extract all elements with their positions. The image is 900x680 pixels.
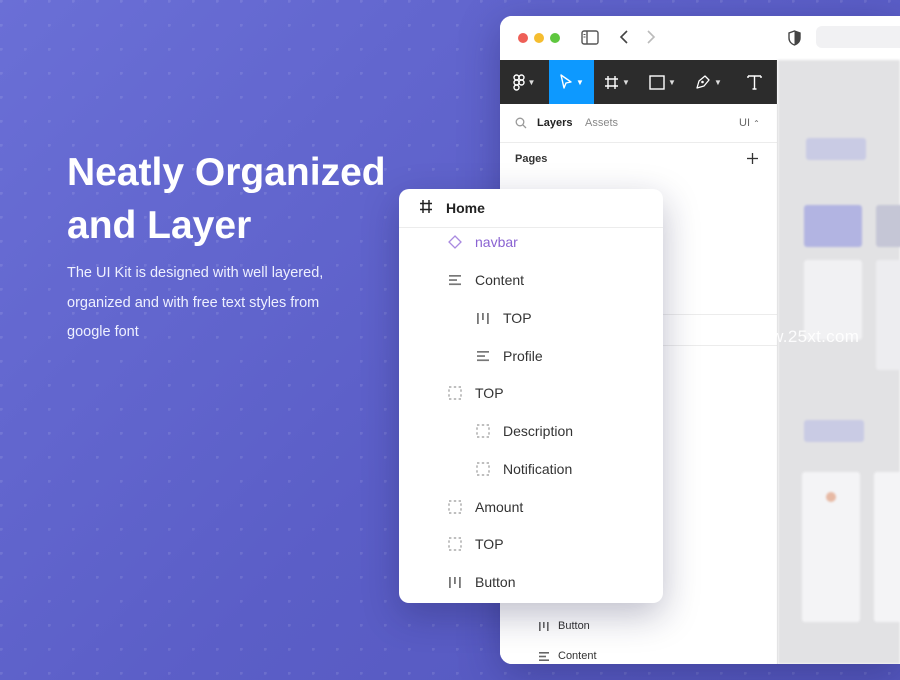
bottom-layer-item[interactable]: Button — [538, 620, 590, 632]
canvas-frame — [804, 205, 862, 247]
plus-icon[interactable] — [746, 152, 759, 170]
layers-card-header[interactable]: Home — [399, 189, 663, 228]
bottom-layer-label: Button — [558, 620, 590, 632]
layer-label: Content — [475, 272, 525, 288]
layer-item-button[interactable]: Button — [447, 570, 515, 594]
search-icon[interactable] — [515, 116, 527, 134]
pen-tool-button[interactable]: ▼ — [686, 60, 731, 104]
group-icon — [475, 423, 491, 439]
group-icon — [447, 385, 463, 401]
layer-label: Notification — [503, 461, 573, 477]
group-icon — [447, 536, 463, 552]
forward-arrow-icon[interactable] — [646, 29, 656, 50]
panel-tabs: Layers Assets UI ⌃ — [500, 104, 777, 143]
cursor-arrow-icon — [560, 74, 572, 89]
frame-icon — [605, 75, 619, 89]
layer-label: TOP — [503, 310, 532, 326]
main-menu-button[interactable]: ▼ — [500, 60, 548, 104]
layer-item-description[interactable]: Description — [475, 419, 573, 443]
pen-icon — [696, 75, 710, 89]
headline: Neatly Organized and Layer — [67, 146, 397, 252]
canvas-frame — [876, 260, 900, 370]
layer-label: Amount — [475, 499, 524, 515]
layer-item-amount[interactable]: Amount — [447, 495, 523, 519]
move-tool-button[interactable]: ▼ — [549, 60, 594, 104]
canvas-frame — [806, 138, 866, 160]
frame-icon — [419, 199, 433, 219]
description-line-2: organized and with free text styles from — [67, 294, 320, 311]
shield-icon[interactable] — [788, 30, 801, 51]
bottom-layer-label: Content — [558, 650, 597, 662]
layer-item-top[interactable]: TOP — [475, 306, 532, 330]
canvas-avatar — [826, 492, 836, 502]
description-line-1: The UI Kit is designed with well layered… — [67, 265, 324, 281]
text-lines-icon — [475, 348, 491, 364]
figma-logo-icon — [512, 73, 525, 91]
layer-label: TOP — [475, 385, 504, 401]
headline-line-2: and Layer — [67, 204, 252, 247]
text-tool-button[interactable] — [732, 60, 776, 104]
design-toolbar: ▼ ▼ ▼ ▼ ▼ — [500, 60, 777, 104]
pages-header: Pages — [500, 142, 777, 178]
canvas-frame — [804, 420, 864, 442]
pages-label: Pages — [515, 153, 548, 165]
chevron-up-icon: ⌃ — [753, 119, 760, 128]
layer-label: Description — [503, 423, 574, 439]
back-arrow-icon[interactable] — [619, 29, 629, 50]
ui-page-selector[interactable]: UI ⌃ — [739, 117, 760, 129]
tab-layers[interactable]: Layers — [537, 117, 572, 129]
chevron-down-icon: ▼ — [527, 77, 536, 87]
chevron-down-icon: ▼ — [668, 77, 676, 87]
frame-title: Home — [446, 200, 485, 216]
address-bar[interactable] — [816, 26, 900, 48]
title-bar — [500, 16, 900, 60]
layers-card: Home navbar Content TOP Profile TOP Desc… — [399, 189, 663, 603]
minimize-window-button[interactable] — [534, 33, 544, 43]
text-tool-icon — [746, 75, 762, 90]
layer-item-top[interactable]: TOP — [447, 532, 504, 556]
rectangle-icon — [649, 74, 665, 90]
sidebar-toggle-icon[interactable] — [581, 30, 599, 50]
description: The UI Kit is designed with well layered… — [67, 259, 367, 348]
group-icon — [447, 499, 463, 515]
layer-item-navbar[interactable]: navbar — [447, 230, 518, 254]
layer-label: Button — [475, 574, 516, 590]
chevron-down-icon: ▼ — [622, 77, 630, 87]
layer-label: TOP — [475, 536, 504, 552]
design-canvas[interactable] — [778, 60, 900, 664]
ui-label: UI — [739, 117, 750, 129]
layer-label: navbar — [475, 234, 518, 250]
component-instance-icon — [447, 234, 463, 250]
frame-tool-button[interactable]: ▼ — [595, 60, 639, 104]
chevron-down-icon: ▼ — [714, 77, 722, 87]
layer-label: Profile — [503, 348, 543, 364]
group-icon — [475, 461, 491, 477]
auto-layout-icon — [475, 310, 491, 326]
canvas-frame — [874, 472, 900, 622]
auto-layout-icon — [447, 574, 463, 590]
layer-item-top[interactable]: TOP — [447, 381, 504, 405]
shape-tool-button[interactable]: ▼ — [640, 60, 685, 104]
text-lines-icon — [447, 272, 463, 288]
description-line-3: google font — [67, 324, 139, 340]
layer-item-profile[interactable]: Profile — [475, 344, 543, 368]
layer-item-notification[interactable]: Notification — [475, 457, 572, 481]
tab-assets[interactable]: Assets — [585, 117, 618, 129]
layer-item-content[interactable]: Content — [447, 268, 524, 292]
close-window-button[interactable] — [518, 33, 528, 43]
watermark: www.25xt.com — [746, 327, 860, 346]
maximize-window-button[interactable] — [550, 33, 560, 43]
headline-line-1: Neatly Organized — [67, 151, 386, 194]
auto-layout-icon — [539, 621, 549, 631]
text-lines-icon — [539, 651, 549, 661]
canvas-frame — [876, 205, 900, 247]
chevron-down-icon: ▼ — [576, 77, 584, 87]
bottom-layer-item[interactable]: Content — [538, 650, 597, 662]
